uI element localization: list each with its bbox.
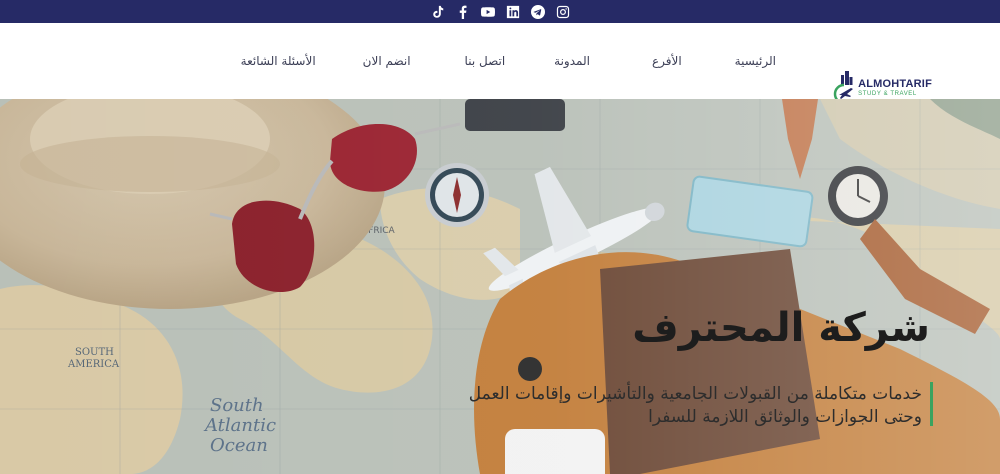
hero-title: شركة المحترف bbox=[632, 305, 930, 351]
nav-item-join[interactable]: انضم الان bbox=[363, 54, 411, 68]
logo-name: ALMOHTARIF bbox=[858, 77, 932, 90]
nav-item-branches[interactable]: الأفرع bbox=[652, 54, 682, 68]
linkedin-icon[interactable] bbox=[505, 4, 521, 20]
site-header: الرئيسية الأفرع المدونة اتصل بنا انضم ال… bbox=[0, 23, 1000, 105]
instagram-icon[interactable] bbox=[555, 4, 571, 20]
nav-item-home[interactable]: الرئيسية bbox=[735, 54, 776, 68]
youtube-icon[interactable] bbox=[480, 4, 496, 20]
nav-item-contact[interactable]: اتصل بنا bbox=[465, 54, 506, 68]
main-nav: الرئيسية الأفرع المدونة اتصل بنا انضم ال… bbox=[241, 23, 776, 99]
nav-item-blog[interactable]: المدونة bbox=[554, 54, 590, 68]
telegram-icon[interactable] bbox=[530, 4, 546, 20]
tiktok-icon[interactable] bbox=[430, 4, 446, 20]
hero-subtitle: خدمات متكاملة من القبولات الجامعية والتأ… bbox=[468, 384, 922, 427]
hero-accent-bar bbox=[930, 382, 933, 426]
social-bar bbox=[0, 0, 1000, 23]
nav-item-faq[interactable]: الأسئلة الشائعة bbox=[241, 54, 316, 68]
facebook-icon[interactable] bbox=[455, 4, 471, 20]
hero-banner: SOUTH AMERICA South Atlantic Ocean AFRIC… bbox=[0, 99, 1000, 474]
logo-tagline: STUDY & TRAVEL bbox=[858, 90, 917, 97]
